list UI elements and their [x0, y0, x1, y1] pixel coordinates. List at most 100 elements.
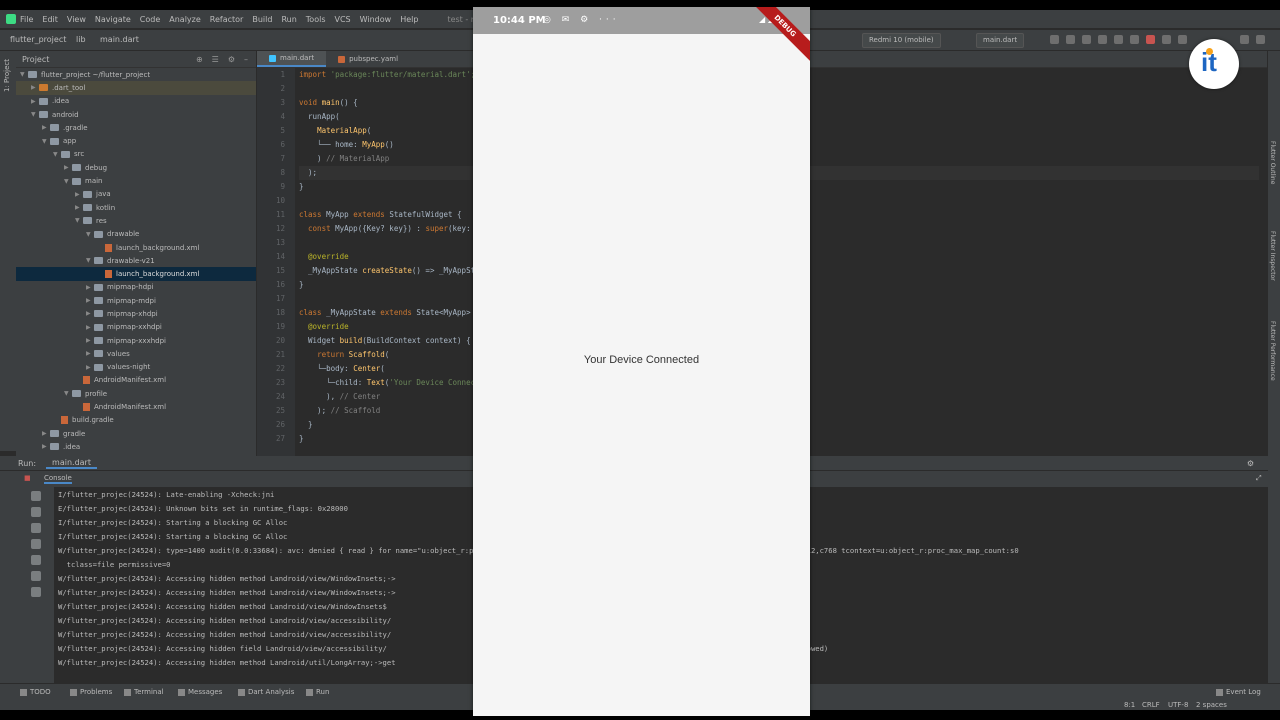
line-separator[interactable]: CRLF [1142, 701, 1160, 709]
tree-item[interactable]: ▼ drawable [16, 228, 256, 241]
stop-icon[interactable] [1146, 35, 1155, 44]
tree-item[interactable]: ▼ profile [16, 387, 256, 400]
chevron-down-icon[interactable]: ▼ [64, 390, 72, 397]
tree-item[interactable]: AndroidManifest.xml [16, 374, 256, 387]
flutter-performance-button[interactable]: Flutter Performance [1269, 321, 1276, 381]
chevron-right-icon[interactable]: ▶ [86, 364, 94, 371]
chevron-down-icon[interactable]: ▼ [86, 257, 94, 264]
hot-reload-icon[interactable] [1082, 35, 1091, 44]
problems-button[interactable]: Problems [70, 688, 112, 696]
run-config-tab[interactable]: main.dart [46, 458, 97, 469]
tree-item[interactable]: launch_background.xml [16, 267, 256, 281]
chevron-right-icon[interactable]: ▶ [86, 297, 94, 304]
chevron-down-icon[interactable]: ▼ [53, 151, 61, 158]
tree-item[interactable]: ▶ .gradle [16, 121, 256, 134]
tree-item[interactable]: ▼ src [16, 148, 256, 161]
scroll-to-end-icon[interactable] [31, 555, 41, 565]
tree-item[interactable]: ▶ debug [16, 161, 256, 174]
tree-item[interactable]: ▶ mipmap-mdpi [16, 294, 256, 307]
file-encoding[interactable]: UTF-8 [1168, 701, 1188, 709]
hide-icon[interactable]: – [244, 55, 248, 64]
chevron-down-icon[interactable]: ▼ [86, 231, 94, 238]
run-panel-settings-icon[interactable]: ⚙ [1247, 459, 1254, 468]
chevron-right-icon[interactable]: ▶ [86, 337, 94, 344]
sync-icon[interactable] [1162, 35, 1171, 44]
device-selector[interactable]: Redmi 10 (mobile) [862, 33, 941, 48]
terminal-button[interactable]: Terminal [124, 688, 164, 696]
chevron-down-icon[interactable]: ▼ [75, 217, 83, 224]
tree-item[interactable]: ▶ gradle [16, 427, 256, 440]
breadcrumb-lib[interactable]: lib [76, 35, 86, 44]
indent-setting[interactable]: 2 spaces [1196, 701, 1227, 709]
todo-button[interactable]: TODO [20, 688, 51, 696]
tree-item[interactable]: ▶ values-night [16, 361, 256, 374]
hot-restart-icon[interactable] [1098, 35, 1107, 44]
restore-layout-icon[interactable]: ⤢ [1256, 474, 1262, 483]
scroll-up-icon[interactable] [31, 507, 41, 517]
tree-item[interactable]: ▼ res [16, 214, 256, 227]
chevron-right-icon[interactable]: ▶ [64, 164, 72, 171]
menu-build[interactable]: Build [252, 15, 272, 24]
run-config-selector[interactable]: main.dart [976, 33, 1025, 48]
chevron-right-icon[interactable]: ▶ [86, 324, 94, 331]
menu-analyze[interactable]: Analyze [169, 15, 201, 24]
menu-help[interactable]: Help [400, 15, 418, 24]
debug-icon[interactable] [1066, 35, 1075, 44]
chevron-right-icon[interactable]: ▶ [86, 310, 94, 317]
soft-wrap-icon[interactable] [31, 539, 41, 549]
tree-item[interactable]: ▶ mipmap-xhdpi [16, 307, 256, 320]
settings-icon[interactable] [1240, 35, 1249, 44]
rerun-icon[interactable] [31, 491, 41, 501]
menu-navigate[interactable]: Navigate [95, 15, 131, 24]
tree-item[interactable]: launch_background.xml [16, 241, 256, 254]
tree-item[interactable]: ▶ .dart_tool [16, 81, 256, 95]
chevron-right-icon[interactable]: ▶ [42, 430, 50, 437]
tree-item[interactable]: ▶ java [16, 188, 256, 201]
menu-code[interactable]: Code [140, 15, 160, 24]
search-everywhere-icon[interactable] [1256, 35, 1265, 44]
scroll-down-icon[interactable] [31, 523, 41, 533]
gear-icon[interactable]: ⚙ [228, 55, 235, 64]
tree-item[interactable]: ▼ app [16, 134, 256, 147]
menu-view[interactable]: View [67, 15, 86, 24]
chevron-down-icon[interactable]: ▼ [31, 111, 39, 118]
tree-item[interactable]: ▶ values [16, 347, 256, 360]
chevron-right-icon[interactable]: ▶ [42, 443, 50, 450]
attach-icon[interactable] [1114, 35, 1123, 44]
console-tab[interactable]: Console [44, 474, 72, 484]
messages-button[interactable]: Messages [178, 688, 222, 696]
chevron-right-icon[interactable]: ▶ [86, 284, 94, 291]
breadcrumb-file[interactable]: main.dart [100, 35, 139, 44]
menu-file[interactable]: File [20, 15, 33, 24]
avd-manager-icon[interactable] [1178, 35, 1187, 44]
event-log-button[interactable]: Event Log [1216, 688, 1261, 696]
run-button[interactable]: Run [306, 688, 329, 696]
chevron-down-icon[interactable]: ▼ [20, 71, 28, 78]
tab-main-dart[interactable]: main.dart [257, 51, 327, 67]
tree-item[interactable]: ▶ .idea [16, 95, 256, 108]
stop-run-icon[interactable]: ■ [24, 474, 31, 482]
dart-analysis-button[interactable]: Dart Analysis [238, 688, 294, 696]
clear-console-icon[interactable] [31, 587, 41, 597]
phone-mirror-window[interactable]: 10:44 PM ◎ ✉ ⚙ ··· ◢ ◢ ▭ DEBUG Your Devi… [473, 7, 810, 716]
menu-refactor[interactable]: Refactor [210, 15, 244, 24]
chevron-right-icon[interactable]: ▶ [42, 124, 50, 131]
tree-item[interactable]: AndroidManifest.xml [16, 400, 256, 413]
tree-item[interactable]: ▼ android [16, 108, 256, 121]
project-tool-button[interactable]: 1: Project [3, 59, 11, 92]
tree-item[interactable]: ▼ flutter_project ~/flutter_project [16, 68, 256, 81]
menu-tools[interactable]: Tools [306, 15, 326, 24]
caret-position[interactable]: 8:1 [1124, 701, 1135, 709]
tree-item[interactable]: ▼ drawable-v21 [16, 254, 256, 267]
menu-window[interactable]: Window [360, 15, 392, 24]
chevron-right-icon[interactable]: ▶ [31, 84, 39, 91]
tree-item[interactable]: ▶ mipmap-xxhdpi [16, 321, 256, 334]
tree-item[interactable]: build.gradle [16, 414, 256, 427]
chevron-right-icon[interactable]: ▶ [31, 98, 39, 105]
profile-icon[interactable] [1130, 35, 1139, 44]
locate-icon[interactable]: ⊕ [196, 55, 203, 64]
chevron-right-icon[interactable]: ▶ [86, 350, 94, 357]
menu-vcs[interactable]: VCS [335, 15, 351, 24]
print-icon[interactable] [31, 571, 41, 581]
flutter-outline-button[interactable]: Flutter Outline [1269, 141, 1276, 184]
